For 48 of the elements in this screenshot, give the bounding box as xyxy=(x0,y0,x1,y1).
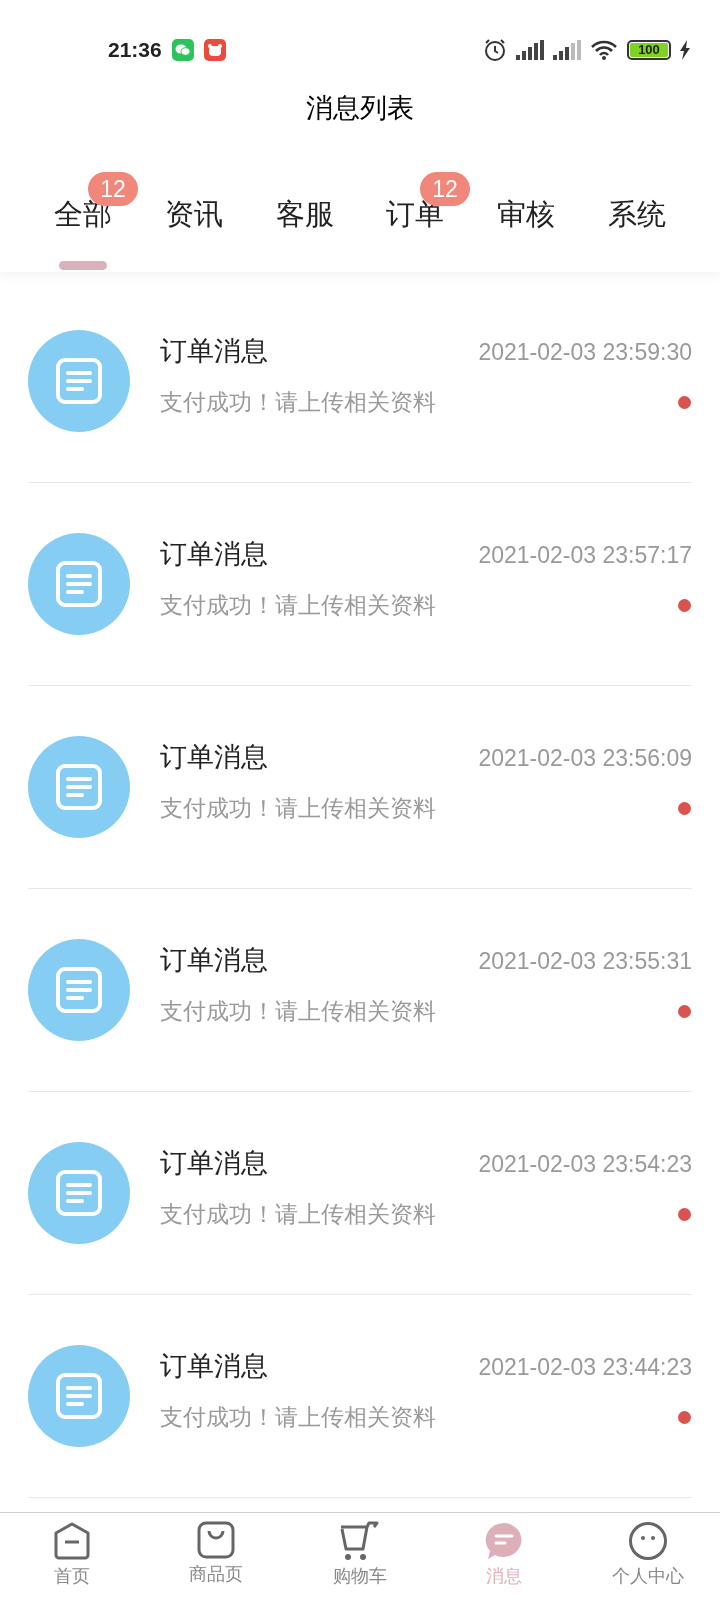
message-time: 2021-02-03 23:54:23 xyxy=(478,1149,692,1179)
message-text: 支付成功！请上传相关资料 xyxy=(160,591,436,620)
cart-icon xyxy=(339,1521,381,1561)
message-title: 订单消息 xyxy=(160,334,268,368)
wifi-icon xyxy=(590,39,618,61)
nav-tab[interactable]: 个人中心 xyxy=(576,1513,720,1600)
message-time: 2021-02-03 23:56:09 xyxy=(478,743,692,773)
nav-tab[interactable]: 首页 xyxy=(0,1513,144,1600)
message-text: 支付成功！请上传相关资料 xyxy=(160,1403,436,1432)
message-text: 支付成功！请上传相关资料 xyxy=(160,388,436,417)
signal-icon xyxy=(516,40,544,60)
note-icon xyxy=(55,1372,103,1420)
bag-icon xyxy=(197,1521,235,1559)
clock: 21:36 xyxy=(108,37,162,64)
message-text: 支付成功！请上传相关资料 xyxy=(160,794,436,823)
message-time: 2021-02-03 23:57:17 xyxy=(478,540,692,570)
category-tab[interactable]: 客服 xyxy=(249,172,360,272)
app-icon xyxy=(203,39,226,61)
battery-icon: 100 xyxy=(627,40,671,60)
message-title: 订单消息 xyxy=(160,537,268,571)
note-icon xyxy=(55,1169,103,1217)
message-icon xyxy=(484,1521,524,1561)
category-tab[interactable]: 审核 xyxy=(470,172,582,272)
page-title: 消息列表 xyxy=(306,92,414,125)
message-title: 订单消息 xyxy=(160,1349,268,1383)
category-tab[interactable]: 资讯 xyxy=(138,172,250,272)
note-icon xyxy=(55,560,103,608)
home-icon xyxy=(53,1521,91,1561)
message-time: 2021-02-03 23:44:23 xyxy=(478,1352,692,1382)
face-icon xyxy=(628,1521,668,1561)
message-title: 订单消息 xyxy=(160,1146,268,1180)
nav-tab[interactable]: 商品页 xyxy=(144,1513,288,1600)
category-tab[interactable]: 系统 xyxy=(581,172,693,272)
chat-app-icon xyxy=(171,39,194,61)
message-text: 支付成功！请上传相关资料 xyxy=(160,997,436,1026)
tab-indicator xyxy=(59,261,108,270)
nav-tab[interactable]: 购物车 xyxy=(288,1513,432,1600)
charging-icon xyxy=(680,40,690,60)
message-time: 2021-02-03 23:55:31 xyxy=(478,946,692,976)
alarm-icon xyxy=(483,38,507,62)
note-icon xyxy=(55,966,103,1014)
message-time: 2021-02-03 23:59:30 xyxy=(478,337,692,367)
message-title: 订单消息 xyxy=(160,943,268,977)
message-title: 订单消息 xyxy=(160,740,268,774)
message-text: 支付成功！请上传相关资料 xyxy=(160,1200,436,1229)
note-icon xyxy=(55,357,103,405)
note-icon xyxy=(55,763,103,811)
signal-icon xyxy=(553,40,581,60)
